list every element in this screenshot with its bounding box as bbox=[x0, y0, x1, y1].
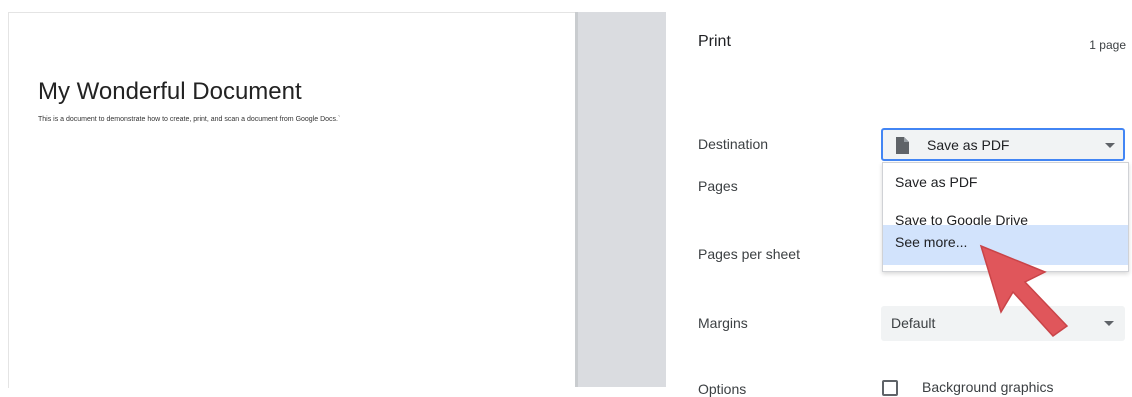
dropdown-option-save-pdf[interactable]: Save as PDF bbox=[883, 163, 1128, 201]
page-count: 1 page bbox=[1089, 38, 1126, 52]
pointer-arrow-icon bbox=[979, 244, 1069, 337]
pages-per-sheet-label: Pages per sheet bbox=[698, 246, 800, 262]
chevron-down-icon bbox=[1104, 321, 1114, 326]
chevron-down-icon bbox=[1105, 143, 1115, 148]
margins-value: Default bbox=[891, 315, 936, 331]
destination-value: Save as PDF bbox=[927, 137, 1010, 153]
margins-label: Margins bbox=[698, 315, 748, 331]
preview-gutter bbox=[578, 12, 666, 387]
document-body-text: This is a document to demonstrate how to… bbox=[38, 116, 341, 123]
destination-select[interactable]: Save as PDF bbox=[881, 128, 1125, 161]
pages-label: Pages bbox=[698, 178, 738, 194]
document-title: My Wonderful Document bbox=[38, 78, 302, 105]
background-graphics-label: Background graphics bbox=[922, 379, 1054, 395]
options-label: Options bbox=[698, 381, 747, 397]
document-preview-page bbox=[8, 12, 577, 388]
destination-label: Destination bbox=[698, 136, 769, 152]
print-title: Print bbox=[698, 33, 731, 50]
document-icon bbox=[895, 137, 909, 159]
background-graphics-checkbox[interactable] bbox=[882, 380, 898, 396]
